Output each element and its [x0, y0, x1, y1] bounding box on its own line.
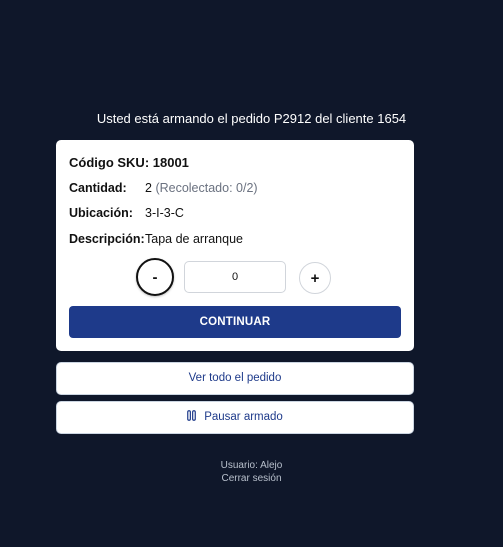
decrement-button[interactable]: -: [136, 258, 174, 296]
location-value: 3-I-3-C: [145, 206, 184, 220]
pause-button[interactable]: Pausar armado: [56, 401, 414, 434]
continue-button[interactable]: CONTINUAR: [69, 306, 401, 338]
pause-button-label: Pausar armado: [204, 411, 283, 423]
view-order-button[interactable]: Ver todo el pedido: [56, 362, 414, 395]
pause-icon: [187, 410, 197, 422]
increment-button[interactable]: +: [299, 262, 331, 294]
collected-note: (Recolectado: 0/2): [155, 181, 258, 195]
current-user: Usuario: Alejo: [220, 460, 283, 471]
quantity-input[interactable]: [184, 261, 286, 293]
description-label: Descripción:: [69, 232, 145, 246]
sku-code: Código SKU: 18001: [69, 155, 189, 170]
description-value: Tapa de arranque: [145, 232, 243, 246]
logout-link[interactable]: Cerrar sesión: [0, 473, 503, 484]
item-card: Código SKU: 18001 Cantidad: 2 (Recolecta…: [56, 140, 414, 351]
quantity-label: Cantidad:: [69, 181, 127, 195]
picking-screen: Usted está armando el pedido P2912 del c…: [0, 0, 503, 547]
quantity-value: 2: [145, 181, 152, 195]
quantity-value-group: 2 (Recolectado: 0/2): [145, 181, 258, 195]
location-label: Ubicación:: [69, 206, 133, 220]
order-header: Usted está armando el pedido P2912 del c…: [96, 111, 407, 126]
